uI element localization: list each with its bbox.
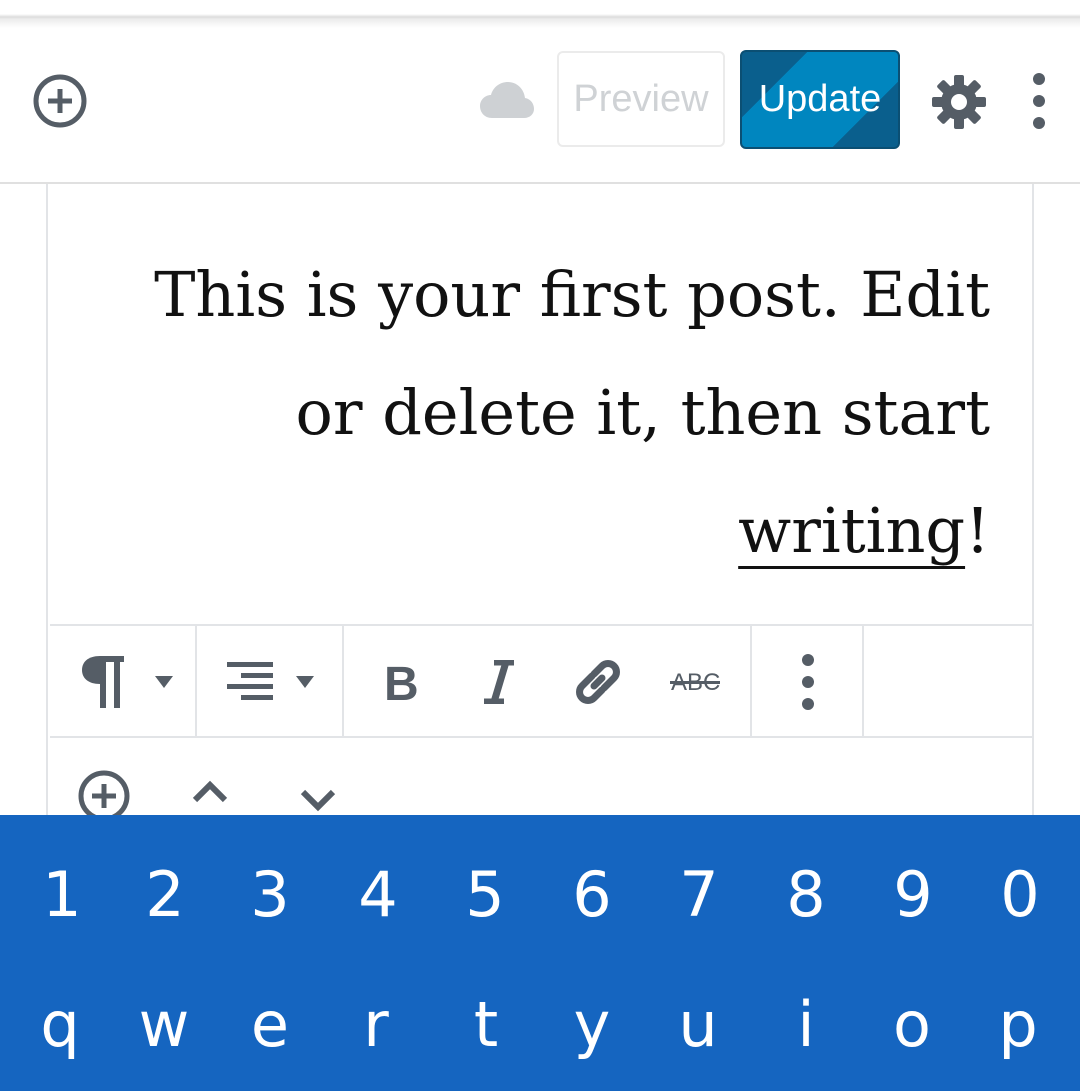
key-8[interactable]: 8	[766, 845, 846, 945]
editor-header: Preview Update	[0, 30, 1080, 184]
align-right-icon[interactable]	[227, 662, 273, 702]
move-down-icon[interactable]	[300, 788, 336, 812]
key-7[interactable]: 7	[659, 845, 739, 945]
bold-icon[interactable]: B	[384, 660, 418, 704]
key-5[interactable]: 5	[445, 845, 525, 945]
block-mover-bar	[50, 740, 1032, 822]
key-1[interactable]: 1	[22, 845, 102, 945]
paragraph-text: This is your first post. Edit or delete …	[154, 258, 990, 449]
settings-gear-icon[interactable]	[931, 74, 987, 130]
key-u[interactable]: u	[658, 975, 738, 1075]
key-2[interactable]: 2	[125, 845, 205, 945]
strikethrough-icon[interactable]: ABC	[670, 666, 720, 696]
more-group	[752, 626, 864, 736]
key-r[interactable]: r	[336, 975, 416, 1075]
key-p[interactable]: p	[978, 975, 1058, 1075]
keyboard-overlay: 1 2 3 4 5 6 7 8 9 0 q w e r t y u i o p	[0, 815, 1080, 1091]
format-group: B ABC	[344, 626, 752, 736]
move-up-icon[interactable]	[192, 780, 228, 804]
key-6[interactable]: 6	[552, 845, 632, 945]
more-vertical-icon[interactable]	[1024, 70, 1054, 132]
keyboard-number-row: 1 2 3 4 5 6 7 8 9 0	[0, 845, 1080, 945]
alignment-group	[197, 626, 344, 736]
paragraph-link[interactable]: writing	[738, 494, 965, 567]
paragraph-block[interactable]: This is your first post. Edit or delete …	[98, 236, 990, 590]
keyboard-letter-row: q w e r t y u i o p	[0, 975, 1080, 1075]
cloud-icon	[480, 82, 534, 118]
svg-text:B: B	[384, 660, 418, 704]
key-4[interactable]: 4	[338, 845, 418, 945]
update-button[interactable]: Update	[740, 50, 900, 149]
italic-icon[interactable]	[482, 660, 516, 704]
key-3[interactable]: 3	[230, 845, 310, 945]
more-vertical-icon[interactable]	[798, 652, 818, 712]
key-i[interactable]: i	[766, 975, 846, 1075]
key-t[interactable]: t	[446, 975, 526, 1075]
key-q[interactable]: q	[20, 975, 100, 1075]
paragraph-end: !	[965, 494, 990, 567]
key-y[interactable]: y	[552, 975, 632, 1075]
dropdown-arrow-icon[interactable]	[295, 675, 315, 689]
block-type-group	[50, 626, 197, 736]
key-e[interactable]: e	[230, 975, 310, 1075]
block-toolbar: B ABC	[50, 624, 1032, 738]
add-block-icon[interactable]	[31, 72, 89, 130]
status-bar-shadow	[0, 0, 1080, 30]
paragraph-icon[interactable]	[80, 654, 128, 710]
key-w[interactable]: w	[124, 975, 204, 1075]
editor-canvas: This is your first post. Edit or delete …	[46, 184, 1034, 884]
link-icon[interactable]	[572, 656, 624, 708]
dropdown-arrow-icon[interactable]	[154, 675, 174, 689]
key-o[interactable]: o	[872, 975, 952, 1075]
key-0[interactable]: 0	[980, 845, 1060, 945]
key-9[interactable]: 9	[873, 845, 953, 945]
preview-button[interactable]: Preview	[557, 51, 725, 147]
